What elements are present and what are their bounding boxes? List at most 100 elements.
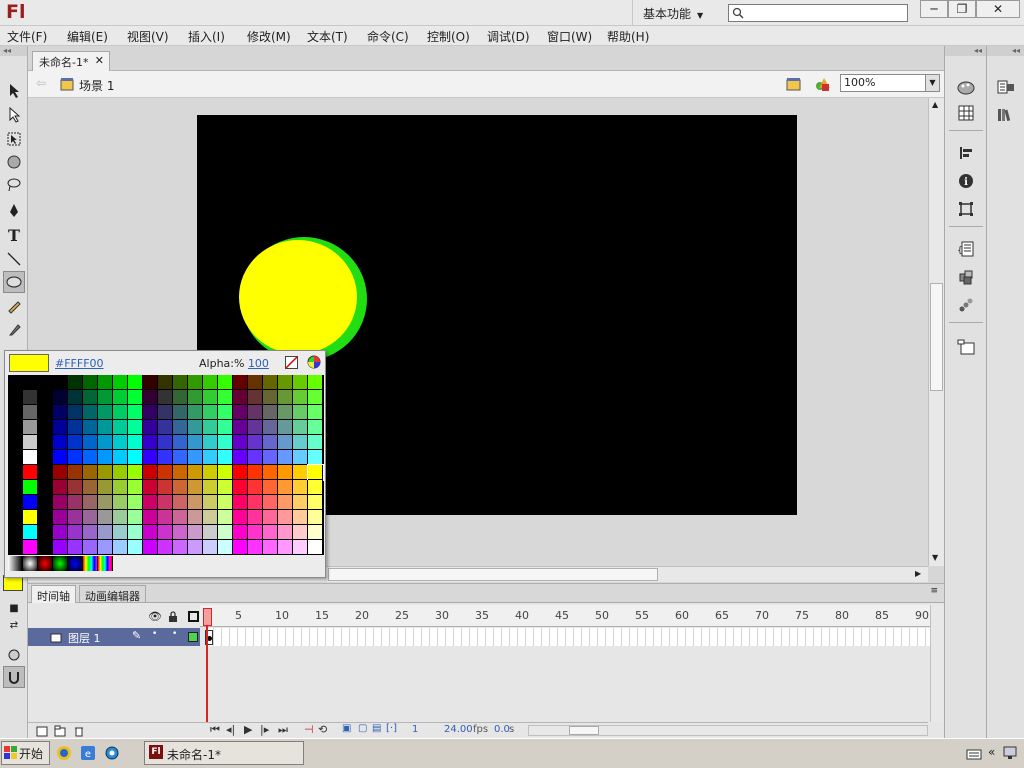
color-swatch[interactable] xyxy=(293,405,308,420)
color-swatch[interactable] xyxy=(53,420,68,435)
fps-readout[interactable]: 24.00 xyxy=(444,724,473,735)
tray-expand-icon[interactable]: « xyxy=(988,745,995,759)
color-swatch[interactable] xyxy=(248,480,263,495)
color-swatch[interactable] xyxy=(8,405,23,420)
color-swatch[interactable] xyxy=(23,510,38,525)
color-swatch[interactable] xyxy=(128,450,143,465)
color-swatch[interactable] xyxy=(308,525,323,540)
color-swatch[interactable] xyxy=(203,540,218,555)
onion-markers-icon[interactable]: [·] xyxy=(386,723,397,734)
selection-tool[interactable] xyxy=(3,80,25,102)
color-swatch[interactable] xyxy=(128,465,143,480)
color-swatch[interactable] xyxy=(23,450,38,465)
transform-panel-icon[interactable] xyxy=(955,198,977,220)
color-swatch[interactable] xyxy=(113,540,128,555)
color-swatch[interactable] xyxy=(293,510,308,525)
layer-color-icon[interactable] xyxy=(188,632,198,642)
color-swatch[interactable] xyxy=(293,375,308,390)
color-swatch[interactable] xyxy=(83,525,98,540)
color-swatch[interactable] xyxy=(188,495,203,510)
onion-skin-icon[interactable]: ▣ xyxy=(342,723,351,734)
color-swatch[interactable] xyxy=(143,405,158,420)
color-swatch[interactable] xyxy=(218,435,233,450)
color-swatch[interactable] xyxy=(173,450,188,465)
color-swatch[interactable] xyxy=(278,390,293,405)
color-swatch[interactable] xyxy=(233,525,248,540)
color-swatch[interactable] xyxy=(8,420,23,435)
menu-insert[interactable]: 插入(I) xyxy=(188,28,225,45)
color-swatch[interactable] xyxy=(263,465,278,480)
color-swatch[interactable] xyxy=(98,435,113,450)
color-swatch[interactable] xyxy=(248,465,263,480)
color-swatch[interactable] xyxy=(308,480,323,495)
collapse-icon[interactable]: ◂◂ xyxy=(945,46,986,56)
step-back-icon[interactable]: ◂| xyxy=(226,723,235,736)
color-swatch[interactable] xyxy=(248,450,263,465)
color-swatch[interactable] xyxy=(53,510,68,525)
object-drawing-button[interactable] xyxy=(3,644,25,666)
color-swatch[interactable] xyxy=(173,405,188,420)
snap-button[interactable] xyxy=(3,666,25,688)
color-swatch[interactable] xyxy=(158,540,173,555)
pen-tool[interactable] xyxy=(3,200,25,222)
color-swatch[interactable] xyxy=(8,510,23,525)
menu-window[interactable]: 窗口(W) xyxy=(547,28,592,45)
color-swatch[interactable] xyxy=(128,540,143,555)
color-swatch[interactable] xyxy=(68,435,83,450)
color-swatch[interactable] xyxy=(308,450,323,465)
color-swatch[interactable] xyxy=(203,510,218,525)
color-swatch[interactable] xyxy=(83,435,98,450)
minimize-button[interactable]: ─ xyxy=(920,0,948,18)
color-swatch[interactable] xyxy=(23,435,38,450)
color-swatch[interactable] xyxy=(113,480,128,495)
timeline-vscroll[interactable] xyxy=(930,605,944,722)
color-swatch[interactable] xyxy=(188,465,203,480)
swap-colors-button[interactable]: ⇄ xyxy=(3,614,25,636)
first-frame-icon[interactable]: ⏮ xyxy=(210,723,220,737)
layer-name[interactable]: 图层 1 xyxy=(68,630,101,646)
color-swatch[interactable] xyxy=(143,525,158,540)
color-swatch[interactable] xyxy=(143,375,158,390)
color-swatch[interactable] xyxy=(38,435,53,450)
color-swatch[interactable] xyxy=(128,405,143,420)
color-swatch[interactable] xyxy=(293,450,308,465)
color-swatch[interactable] xyxy=(143,480,158,495)
swatch-grid[interactable] xyxy=(8,375,324,555)
color-swatch[interactable] xyxy=(68,495,83,510)
chevron-down-icon[interactable]: ▼ xyxy=(925,75,939,91)
color-swatch[interactable] xyxy=(233,435,248,450)
color-swatch[interactable] xyxy=(248,405,263,420)
color-swatch[interactable] xyxy=(158,480,173,495)
color-swatch[interactable] xyxy=(98,420,113,435)
color-swatch[interactable] xyxy=(143,510,158,525)
quicklaunch-settings-icon[interactable] xyxy=(104,745,120,761)
color-swatch[interactable] xyxy=(308,510,323,525)
color-swatch[interactable] xyxy=(293,525,308,540)
color-swatch[interactable] xyxy=(38,450,53,465)
color-swatch[interactable] xyxy=(263,420,278,435)
color-swatch[interactable] xyxy=(143,435,158,450)
color-swatch[interactable] xyxy=(278,450,293,465)
color-swatch[interactable] xyxy=(293,480,308,495)
frames-track[interactable] xyxy=(206,628,930,646)
color-swatch[interactable] xyxy=(68,540,83,555)
color-swatch[interactable] xyxy=(98,375,113,390)
color-swatch[interactable] xyxy=(113,375,128,390)
color-swatch[interactable] xyxy=(173,390,188,405)
last-frame-icon[interactable]: ⏭ xyxy=(278,723,288,737)
color-swatch[interactable] xyxy=(233,375,248,390)
onion-outline-icon[interactable]: ▢ xyxy=(358,723,367,734)
color-swatch[interactable] xyxy=(23,540,38,555)
color-swatch[interactable] xyxy=(278,525,293,540)
help-search-input[interactable] xyxy=(728,4,908,22)
color-swatch[interactable] xyxy=(8,540,23,555)
quicklaunch-browser-icon[interactable] xyxy=(56,745,72,761)
properties-panel-icon[interactable] xyxy=(995,76,1017,98)
step-forward-icon[interactable]: |▸ xyxy=(260,723,269,736)
actions-panel-icon[interactable]: { xyxy=(955,238,977,260)
color-swatch[interactable] xyxy=(98,465,113,480)
color-swatch[interactable] xyxy=(293,540,308,555)
color-swatch[interactable] xyxy=(53,405,68,420)
color-swatch[interactable] xyxy=(113,435,128,450)
color-swatch[interactable] xyxy=(128,375,143,390)
